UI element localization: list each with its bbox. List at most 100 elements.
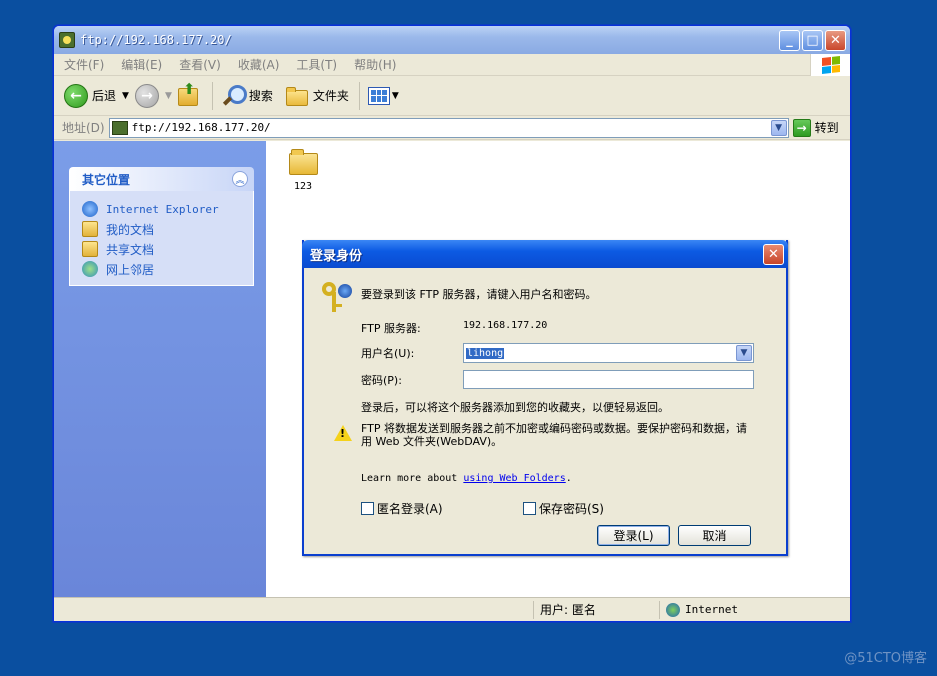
learn-more-prefix: Learn more about [361, 473, 464, 484]
folder-icon [289, 149, 318, 175]
views-dropdown-icon[interactable]: ▼ [392, 91, 399, 101]
address-value: ftp://192.168.177.20/ [131, 121, 271, 134]
status-main [54, 600, 534, 619]
menu-help[interactable]: 帮助(H) [354, 56, 396, 73]
window-title: ftp://192.168.177.20/ [80, 33, 232, 47]
shared-folder-icon [82, 241, 98, 257]
go-label: 转到 [814, 121, 839, 135]
network-places-icon [82, 261, 98, 277]
search-icon [221, 84, 247, 108]
after-login-note: 登录后，可以将这个服务器添加到您的收藏夹，以便轻易返回。 [361, 401, 669, 414]
menu-favorites[interactable]: 收藏(A) [238, 56, 280, 73]
username-value: lihong [466, 347, 505, 359]
checkbox-box[interactable] [361, 502, 374, 515]
save-password-checkbox[interactable]: 保存密码(S) [523, 500, 604, 517]
search-button[interactable]: 搜索 [221, 84, 273, 108]
link-label: 网上邻居 [106, 262, 155, 277]
checkbox-box[interactable] [523, 502, 536, 515]
chevron-down-icon[interactable]: ▼ [736, 345, 752, 361]
status-user-text: 用户: 匿名 [540, 603, 596, 617]
other-places-panel: 其它位置 ︽ Internet Explorer 我的文档 共享文档 网上邻居 [69, 167, 254, 286]
status-zone: Internet [660, 601, 840, 619]
menu-bar: 文件(F) 编辑(E) 查看(V) 收藏(A) 工具(T) 帮助(H) [54, 54, 850, 76]
task-pane: 其它位置 ︽ Internet Explorer 我的文档 共享文档 网上邻居 [54, 141, 266, 597]
go-button[interactable]: → 转到 [792, 118, 839, 137]
views-icon [367, 86, 390, 105]
menu-file[interactable]: 文件(F) [64, 56, 104, 73]
dialog-title: 登录身份 [310, 248, 363, 264]
minimize-button[interactable]: _ [779, 30, 800, 51]
status-user: 用户: 匿名 [534, 600, 660, 619]
password-label: 密码(P): [361, 374, 402, 387]
maximize-button[interactable]: □ [802, 30, 823, 51]
status-zone-text: Internet [685, 603, 738, 616]
toolbar: ← 后退 ▼ → ▼ 搜索 文件夹 ▼ [54, 76, 850, 116]
login-button[interactable]: 登录(L) [597, 525, 670, 546]
address-label: 地址(D) [62, 121, 105, 135]
folder-item[interactable]: 123 [288, 149, 318, 192]
link-label: 共享文档 [106, 242, 155, 257]
internet-explorer-icon [82, 201, 98, 217]
server-label: FTP 服务器: [361, 322, 421, 335]
dialog-close-button[interactable]: ✕ [763, 244, 784, 265]
folders-icon [285, 86, 309, 106]
login-dialog: 登录身份 ✕ 要登录到该 FTP 服务器，请键入用户名和密码。 FTP 服务器:… [302, 240, 788, 556]
menu-view[interactable]: 查看(V) [179, 56, 221, 73]
internet-zone-icon [666, 602, 680, 617]
back-button[interactable]: ← 后退 ▼ [64, 83, 129, 108]
other-places-header[interactable]: 其它位置 ︽ [69, 167, 254, 191]
back-label: 后退 [92, 89, 117, 103]
link-shared-documents[interactable]: 共享文档 [82, 239, 253, 259]
link-internet-explorer[interactable]: Internet Explorer [82, 199, 253, 219]
menu-tools[interactable]: 工具(T) [296, 56, 337, 73]
dialog-intro-text: 要登录到该 FTP 服务器，请键入用户名和密码。 [361, 288, 597, 301]
status-bar: 用户: 匿名 Internet [54, 597, 850, 621]
back-arrow-icon: ← [64, 83, 88, 108]
forward-button[interactable]: → ▼ [134, 83, 172, 108]
menu-edit[interactable]: 编辑(E) [121, 56, 162, 73]
forward-arrow-icon: → [134, 83, 159, 108]
learn-more-text: Learn more about using Web Folders. [361, 473, 572, 484]
username-combobox[interactable]: lihong ▼ [463, 343, 754, 363]
collapse-chevron-icon[interactable]: ︽ [232, 171, 248, 187]
ftp-folder-icon [59, 32, 75, 48]
link-my-documents[interactable]: 我的文档 [82, 219, 253, 239]
folders-button[interactable]: 文件夹 [285, 86, 349, 106]
link-network-places[interactable]: 网上邻居 [82, 259, 253, 279]
forward-dropdown-icon[interactable]: ▼ [165, 91, 172, 101]
ftp-folder-icon [111, 120, 128, 135]
back-dropdown-icon[interactable]: ▼ [122, 91, 129, 101]
folders-label: 文件夹 [312, 89, 349, 103]
search-label: 搜索 [248, 89, 273, 103]
learn-more-suffix: . [565, 473, 572, 484]
folder-name: 123 [293, 181, 313, 192]
up-folder-button[interactable] [177, 84, 202, 108]
views-button[interactable]: ▼ [367, 86, 399, 105]
windows-logo-icon [810, 54, 850, 76]
go-arrow-icon: → [792, 118, 811, 137]
password-field[interactable] [463, 370, 754, 389]
server-value: 192.168.177.20 [463, 320, 548, 331]
key-icon [320, 280, 352, 314]
save-password-label: 保存密码(S) [539, 502, 604, 516]
anonymous-login-checkbox[interactable]: 匿名登录(A) [361, 500, 443, 517]
link-label: 我的文档 [106, 222, 155, 237]
toolbar-separator [358, 81, 360, 110]
link-label: Internet Explorer [106, 202, 219, 216]
username-label: 用户名(U): [361, 347, 415, 360]
close-button[interactable]: ✕ [825, 30, 846, 51]
address-dropdown-icon[interactable]: ▼ [770, 119, 787, 136]
cancel-button[interactable]: 取消 [678, 525, 751, 546]
address-bar: 地址(D) ftp://192.168.177.20/ ▼ → 转到 [54, 116, 850, 140]
watermark: @51CTO博客 [844, 651, 927, 666]
anonymous-login-label: 匿名登录(A) [377, 502, 443, 516]
my-documents-icon [82, 221, 98, 237]
up-folder-icon [177, 84, 202, 108]
web-folders-link[interactable]: using Web Folders [463, 473, 565, 484]
title-bar[interactable]: ftp://192.168.177.20/ _ □ ✕ [54, 26, 850, 54]
warning-icon: ! [334, 425, 352, 441]
warning-text: FTP 将数据发送到服务器之前不加密或编码密码或数据。要保护密码和数据，请用 W… [361, 422, 747, 448]
other-places-title: 其它位置 [82, 172, 131, 187]
address-input[interactable]: ftp://192.168.177.20/ ▼ [108, 117, 789, 138]
dialog-title-bar[interactable]: 登录身份 ✕ [302, 240, 788, 268]
